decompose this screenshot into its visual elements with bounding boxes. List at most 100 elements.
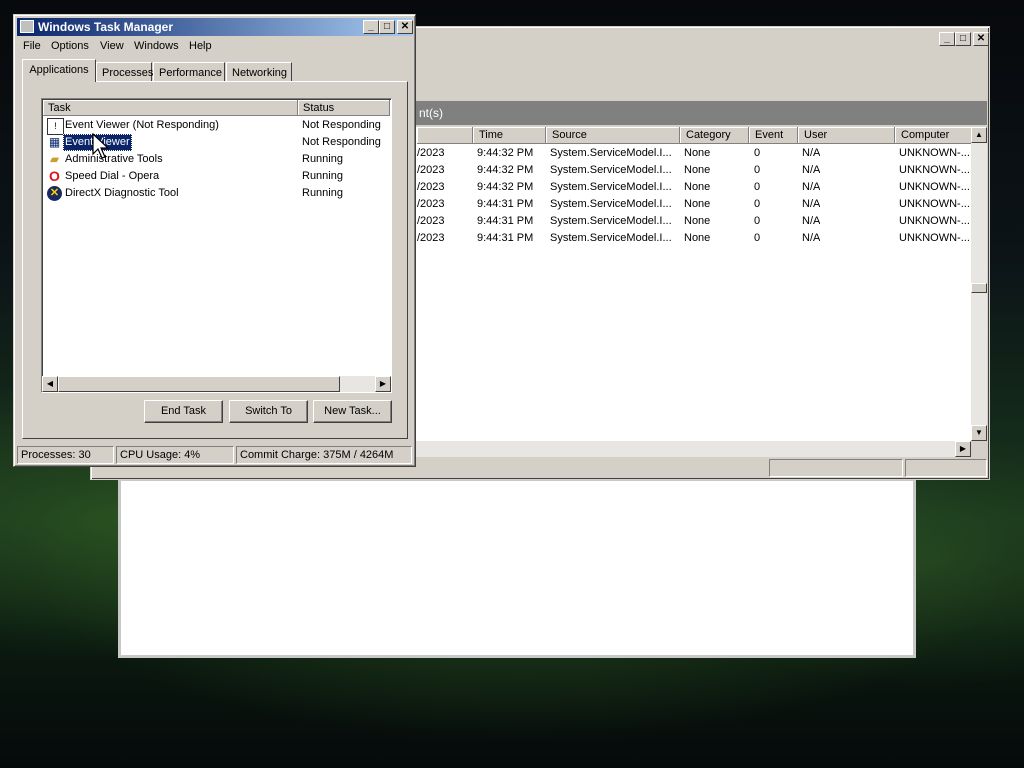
scroll-right-icon[interactable]: ▶ (375, 376, 391, 392)
event-cell-user: N/A (802, 181, 821, 193)
event-cell-source: System.ServiceModel.I... (550, 147, 672, 159)
new-task-button[interactable]: New Task... (313, 400, 392, 423)
maximize-icon[interactable]: □ (379, 20, 395, 34)
end-task-button[interactable]: End Task (144, 400, 223, 423)
task-row[interactable]: O Speed Dial - Opera Running (46, 168, 390, 185)
directx-icon: ✕ (47, 186, 62, 201)
event-viewer-icon: ! (47, 118, 64, 135)
close-icon[interactable]: ✕ (973, 32, 989, 46)
status-processes: Processes: 30 (17, 446, 114, 464)
event-cell-date: /2023 (417, 198, 445, 210)
column-header-category[interactable]: Category (680, 127, 749, 144)
event-cell-date: /2023 (417, 232, 445, 244)
scroll-thumb[interactable] (58, 376, 340, 392)
event-cell-computer: UNKNOWN-... (899, 164, 970, 176)
task-status: Running (302, 153, 343, 165)
status-pane (769, 459, 903, 477)
task-row[interactable]: ! Event Viewer (Not Responding) Not Resp… (46, 117, 390, 135)
column-header-computer[interactable]: Computer (895, 127, 973, 144)
menu-help[interactable]: Help (186, 37, 215, 55)
maximize-icon[interactable]: □ (955, 32, 971, 46)
scroll-right-icon[interactable]: ▶ (955, 441, 971, 457)
task-name: DirectX Diagnostic Tool (65, 187, 179, 199)
opera-icon: O (49, 168, 60, 184)
event-cell-category: None (684, 164, 711, 176)
event-cell-category: None (684, 147, 711, 159)
status-bar: Processes: 30 CPU Usage: 4% Commit Charg… (17, 446, 412, 464)
task-name: Event Viewer (Not Responding) (65, 119, 219, 131)
event-cell-event: 0 (754, 164, 761, 176)
event-cell-event: 0 (754, 198, 761, 210)
event-cell-user: N/A (802, 198, 821, 210)
event-cell-event: 0 (754, 147, 761, 159)
event-cell-user: N/A (802, 164, 821, 176)
scroll-thumb[interactable] (971, 283, 987, 293)
menu-file[interactable]: File (20, 37, 44, 55)
scroll-up-icon[interactable]: ▲ (971, 127, 987, 143)
task-status: Not Responding (302, 119, 381, 131)
menu-options[interactable]: Options (48, 37, 92, 55)
column-header-status[interactable]: Status (298, 100, 390, 116)
background-dialog (118, 478, 916, 658)
event-cell-source: System.ServiceModel.I... (550, 215, 672, 227)
tab-applications[interactable]: Applications (22, 59, 96, 82)
task-status: Running (302, 187, 343, 199)
event-cell-event: 0 (754, 215, 761, 227)
scroll-left-icon[interactable]: ◀ (42, 376, 58, 392)
event-cell-time: 9:44:32 PM (477, 164, 534, 176)
task-name: Speed Dial - Opera (65, 170, 160, 182)
task-name: Administrative Tools (65, 153, 163, 165)
event-cell-source: System.ServiceModel.I... (550, 232, 672, 244)
event-list-horizontal-scrollbar[interactable]: ▶ (415, 441, 971, 457)
event-cell-event: 0 (754, 232, 761, 244)
event-cell-source: System.ServiceModel.I... (550, 181, 672, 193)
status-cpu-usage: CPU Usage: 4% (116, 446, 234, 464)
column-header-time[interactable]: Time (473, 127, 546, 144)
task-manager-titlebar[interactable]: Windows Task Manager _ □ ✕ (17, 18, 413, 36)
menu-bar: File Options View Windows Help (17, 37, 412, 55)
minimize-icon[interactable]: _ (939, 32, 955, 46)
minimize-icon[interactable]: _ (363, 20, 379, 34)
event-pane-title: nt(s) (419, 106, 443, 120)
event-list-vertical-scrollbar[interactable]: ▲ ▼ (971, 127, 987, 441)
event-cell-computer: UNKNOWN-... (899, 181, 970, 193)
task-row[interactable]: ✕ DirectX Diagnostic Tool Running (46, 185, 390, 202)
status-pane (905, 459, 987, 477)
event-viewer-icon: ▦ (48, 135, 61, 149)
event-cell-user: N/A (802, 147, 821, 159)
column-header-source[interactable]: Source (546, 127, 680, 144)
event-cell-time: 9:44:31 PM (477, 215, 534, 227)
event-cell-time: 9:44:31 PM (477, 232, 534, 244)
event-cell-category: None (684, 232, 711, 244)
column-header-user[interactable]: User (798, 127, 895, 144)
column-header-event[interactable]: Event (749, 127, 798, 144)
tab-performance[interactable]: Performance (153, 62, 225, 82)
event-cell-date: /2023 (417, 181, 445, 193)
tab-processes[interactable]: Processes (96, 62, 153, 82)
close-icon[interactable]: ✕ (397, 20, 413, 34)
task-list-horizontal-scrollbar[interactable]: ◀ ▶ (42, 376, 391, 392)
event-cell-computer: UNKNOWN-... (899, 215, 970, 227)
task-status: Running (302, 170, 343, 182)
scroll-down-icon[interactable]: ▼ (971, 425, 987, 441)
task-manager-app-icon (20, 20, 34, 33)
event-cell-source: System.ServiceModel.I... (550, 198, 672, 210)
window-title: Windows Task Manager (38, 20, 174, 34)
event-cell-user: N/A (802, 232, 821, 244)
status-commit-charge: Commit Charge: 375M / 4264M (236, 446, 412, 464)
event-cell-category: None (684, 198, 711, 210)
event-cell-time: 9:44:31 PM (477, 198, 534, 210)
column-header-task[interactable]: Task (43, 100, 298, 116)
event-cell-computer: UNKNOWN-... (899, 232, 970, 244)
column-header-date[interactable] (417, 127, 473, 144)
event-cell-category: None (684, 181, 711, 193)
mouse-cursor-icon (92, 133, 110, 159)
menu-view[interactable]: View (97, 37, 127, 55)
task-status: Not Responding (302, 136, 381, 148)
tab-networking[interactable]: Networking (226, 62, 292, 82)
menu-windows[interactable]: Windows (131, 37, 182, 55)
event-cell-date: /2023 (417, 215, 445, 227)
switch-to-button[interactable]: Switch To (229, 400, 308, 423)
event-cell-event: 0 (754, 181, 761, 193)
event-cell-date: /2023 (417, 147, 445, 159)
